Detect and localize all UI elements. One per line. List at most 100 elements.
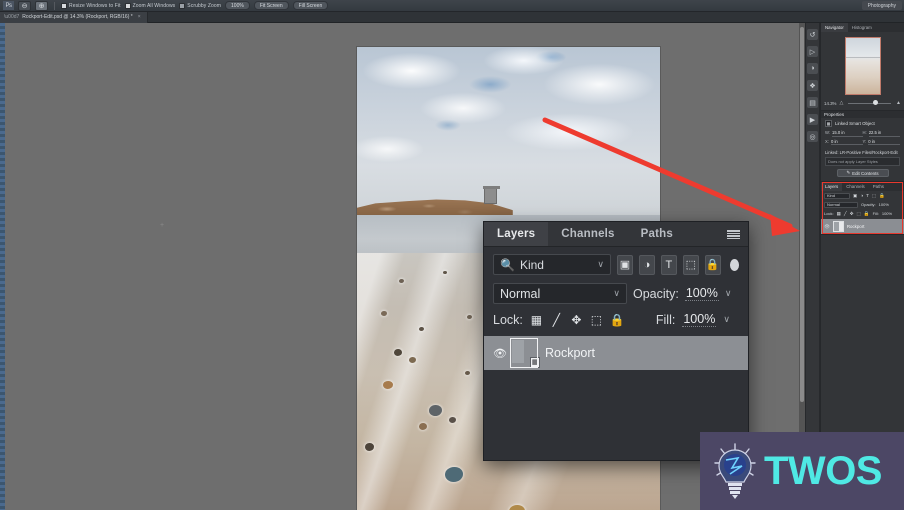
navigator-thumbnail[interactable]: [844, 37, 881, 95]
lock-all-icon[interactable]: 🔒: [610, 313, 625, 327]
panel-menu-icon[interactable]: [727, 229, 740, 240]
styles-icon[interactable]: ❖: [807, 80, 818, 91]
lock-position-icon[interactable]: ✥: [850, 211, 854, 217]
beach-stone: [419, 423, 427, 430]
tab-paths-docked[interactable]: Paths: [869, 182, 888, 191]
docked-filter-kind-dropdown[interactable]: Kind: [824, 192, 850, 199]
edit-contents-icon: ✎: [846, 170, 851, 175]
chevron-down-icon: ∨: [613, 288, 620, 298]
filter-pixel-icon[interactable]: ▣: [853, 193, 857, 199]
fit-screen-button[interactable]: Fit Screen: [253, 1, 289, 10]
canvas-workspace[interactable]: + Layers Channels Paths 🔍 Kind ∨ ▣ ◑ T ⬚…: [5, 23, 805, 510]
edit-contents-label: Edit Contents: [852, 170, 879, 176]
slider-knob[interactable]: [873, 100, 879, 105]
docked-opacity-label: Opacity:: [861, 202, 876, 207]
layers-panel-tabs: Layers Channels Paths: [484, 222, 748, 247]
filter-type-icon[interactable]: T: [660, 254, 677, 275]
tab-histogram[interactable]: Histogram: [848, 23, 876, 32]
filter-smartobject-icon[interactable]: 🔒: [704, 254, 721, 275]
blend-mode-dropdown[interactable]: Normal ∨: [493, 283, 627, 304]
lock-artboard-nesting-icon[interactable]: ⬚: [857, 211, 861, 217]
edit-contents-button[interactable]: ✎ Edit Contents: [836, 169, 889, 177]
layer-visibility-eye-icon[interactable]: 👁: [824, 224, 830, 230]
fill-chevron-down-icon[interactable]: ∨: [723, 314, 730, 325]
navigator-zoom-slider[interactable]: [848, 100, 892, 105]
properties-panel-title: Properties: [821, 111, 904, 118]
close-icon[interactable]: ×: [138, 14, 141, 20]
property-y[interactable]: Y: 0 in: [863, 139, 900, 145]
filter-shape-icon[interactable]: ⬚: [682, 254, 699, 275]
tab-channels-docked[interactable]: Channels: [842, 182, 869, 191]
stone-tower: [483, 186, 500, 204]
lock-image-pixels-icon[interactable]: ╱: [550, 313, 563, 327]
zoom-100-percent-button[interactable]: 100%: [225, 1, 250, 10]
document-tab-rockport[interactable]: \u00d7 Rockport-Edit.psd @ 14.3% (Rockpo…: [0, 11, 148, 23]
adjustments-icon[interactable]: ◑: [807, 63, 818, 74]
lock-position-icon[interactable]: ✥: [570, 313, 583, 327]
tab-channels[interactable]: Channels: [548, 222, 627, 246]
property-value[interactable]: 22.5 in: [868, 130, 900, 137]
table-row[interactable]: 👁 ▦ Rockport: [484, 336, 748, 370]
timeline-icon[interactable]: ▶: [807, 114, 818, 125]
filter-smartobject-icon[interactable]: 🔒: [879, 193, 885, 199]
filter-shape-icon[interactable]: ⬚: [872, 193, 876, 199]
lock-image-pixels-icon[interactable]: ╱: [844, 211, 847, 217]
lock-row: Lock: ▦ ╱ ✥ ⬚ 🔒 Fill: 100% ∨: [493, 312, 739, 327]
navigator-zoom-value[interactable]: 14.3%: [824, 101, 836, 106]
tab-paths[interactable]: Paths: [628, 222, 686, 246]
property-width[interactable]: W: 15.0 in: [825, 130, 863, 137]
property-value[interactable]: 15.0 in: [832, 130, 863, 137]
resize-windows-to-fit-label: Resize Windows to Fit: [69, 2, 121, 9]
tab-navigator[interactable]: Navigator: [821, 23, 848, 32]
layer-name-label[interactable]: Rockport: [847, 224, 865, 229]
scrollbar-thumb[interactable]: [800, 27, 804, 402]
history-icon[interactable]: ↺: [807, 29, 818, 40]
fill-screen-button[interactable]: Fill Screen: [292, 1, 329, 10]
property-value[interactable]: 0 in: [868, 139, 900, 145]
property-value[interactable]: 0 in: [830, 139, 863, 145]
twos-watermark: TWOS: [700, 432, 904, 510]
zoom-all-windows-checkbox[interactable]: Zoom All Windows: [124, 2, 176, 9]
docked-blend-mode-dropdown[interactable]: Normal: [824, 201, 858, 208]
opacity-chevron-down-icon[interactable]: ∨: [725, 288, 732, 299]
filter-kind-dropdown[interactable]: 🔍 Kind ∨: [493, 254, 611, 275]
layers-panel-floating[interactable]: Layers Channels Paths 🔍 Kind ∨ ▣ ◑ T ⬚ 🔒…: [483, 221, 749, 461]
tab-layers-docked[interactable]: Layers: [821, 182, 843, 191]
lock-artboard-nesting-icon[interactable]: ⬚: [590, 313, 603, 327]
fill-label: Fill:: [655, 312, 676, 327]
scrubby-zoom-checkbox[interactable]: Scrubby Zoom: [179, 2, 221, 9]
lock-transparent-pixels-icon[interactable]: ▦: [530, 313, 543, 327]
zoom-in-button[interactable]: ⊕: [35, 0, 48, 11]
fill-value[interactable]: 100%: [682, 312, 717, 327]
layer-thumbnail[interactable]: [832, 221, 844, 232]
filter-type-icon[interactable]: T: [866, 193, 869, 198]
opacity-value[interactable]: 100%: [684, 286, 719, 301]
resize-windows-to-fit-checkbox[interactable]: Resize Windows to Fit: [61, 2, 121, 9]
layer-thumbnail[interactable]: ▦: [510, 338, 540, 368]
layer-visibility-eye-icon[interactable]: 👁: [493, 347, 507, 360]
zoom-out-button[interactable]: ⊖: [18, 0, 31, 11]
camera-raw-icon[interactable]: ◎: [807, 131, 818, 142]
docked-opacity-value[interactable]: 100%: [879, 202, 889, 207]
lock-all-icon[interactable]: 🔒: [864, 211, 870, 217]
zoom-in-icon[interactable]: ▲: [896, 100, 901, 106]
workspace-switcher[interactable]: Photography: [861, 1, 902, 10]
filter-adjustment-icon[interactable]: ◑: [860, 193, 863, 198]
libraries-icon[interactable]: ▤: [807, 97, 818, 108]
docked-fill-value[interactable]: 100%: [882, 211, 892, 216]
filter-adjustment-icon[interactable]: ◑: [638, 254, 655, 275]
zoom-out-icon[interactable]: △: [839, 100, 843, 106]
sky-region: [357, 47, 660, 217]
actions-icon[interactable]: ▷: [807, 46, 818, 57]
layer-name-label[interactable]: Rockport: [545, 346, 595, 360]
document-tab-strip: \u00d7 Rockport-Edit.psd @ 14.3% (Rockpo…: [0, 11, 904, 23]
property-x[interactable]: X: 0 in: [825, 139, 863, 145]
tab-layers[interactable]: Layers: [484, 222, 549, 246]
layers-panel-docked[interactable]: Layers Channels Paths Kind ▣ ◑ T ⬚ 🔒 Nor…: [821, 182, 904, 235]
list-item[interactable]: 👁 Rockport: [821, 219, 904, 234]
property-height[interactable]: H: 22.5 in: [863, 130, 900, 137]
filter-enable-toggle[interactable]: [729, 258, 739, 271]
lock-transparent-pixels-icon[interactable]: ▦: [837, 211, 841, 217]
properties-panel: Properties ▦ Linked Smart Object W: 15.0…: [821, 111, 904, 182]
filter-pixel-icon[interactable]: ▣: [617, 254, 633, 275]
